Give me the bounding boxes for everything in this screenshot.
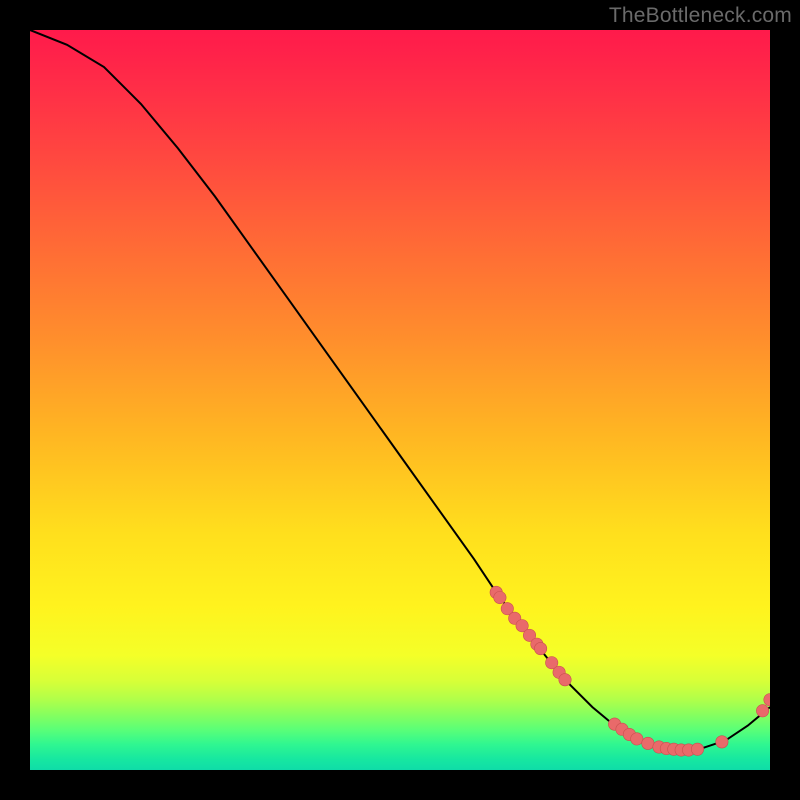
watermark-text: TheBottleneck.com xyxy=(609,4,792,28)
marker-cluster2 xyxy=(642,737,654,749)
plot-area xyxy=(30,30,770,770)
marker-cluster2 xyxy=(631,733,643,745)
marker-cluster1 xyxy=(534,642,546,654)
gradient-background xyxy=(30,30,770,770)
marker-cluster2 xyxy=(691,743,703,755)
marker-end xyxy=(756,705,768,717)
marker-cluster2 xyxy=(716,736,728,748)
marker-cluster1 xyxy=(494,591,506,603)
chart-svg xyxy=(30,30,770,770)
chart-stage: TheBottleneck.com xyxy=(0,0,800,800)
marker-cluster1 xyxy=(559,674,571,686)
